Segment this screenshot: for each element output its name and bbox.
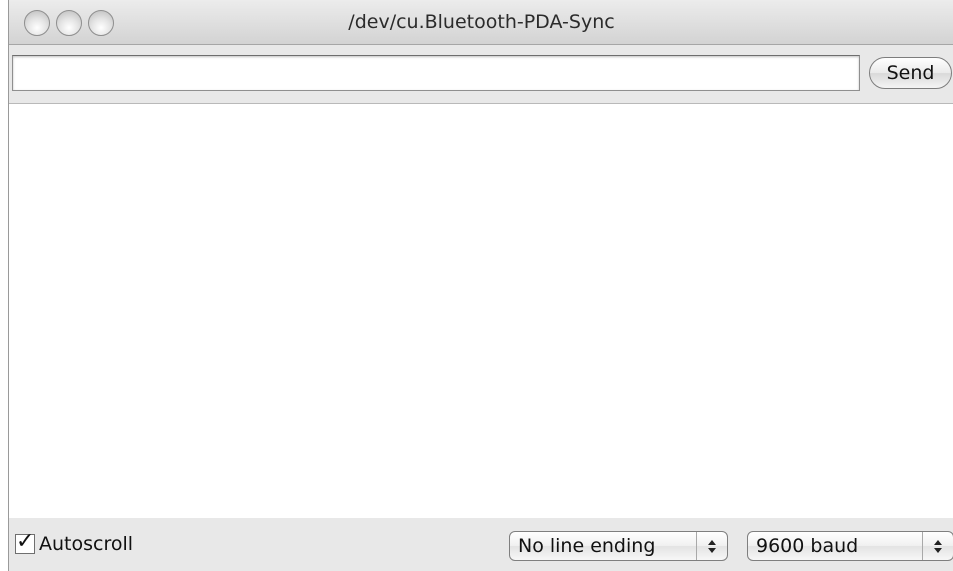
baud-rate-value: 9600 baud: [756, 535, 859, 557]
window-title: /dev/cu.Bluetooth-PDA-Sync: [348, 11, 615, 33]
checkmark-icon: ✓: [16, 529, 35, 554]
line-ending-select[interactable]: No line ending: [509, 531, 728, 561]
zoom-button-icon[interactable]: [88, 10, 114, 36]
input-row: Send: [9, 45, 953, 104]
checkbox-box[interactable]: ✓: [15, 529, 35, 554]
close-button-icon[interactable]: [24, 10, 50, 36]
minimize-button-icon[interactable]: [56, 10, 82, 36]
send-button[interactable]: Send: [869, 57, 952, 89]
serial-monitor-window: /dev/cu.Bluetooth-PDA-Sync Send ✓ Autosc…: [8, 0, 953, 571]
autoscroll-checkbox[interactable]: ✓ Autoscroll: [15, 529, 134, 557]
bottom-bar: ✓ Autoscroll No line ending 9600 baud: [9, 518, 953, 571]
up-down-arrows-icon: [922, 532, 953, 560]
autoscroll-label: Autoscroll: [39, 533, 134, 555]
line-ending-value: No line ending: [518, 535, 656, 557]
up-down-arrows-icon: [696, 532, 727, 560]
serial-input-field[interactable]: [12, 55, 860, 91]
baud-rate-select[interactable]: 9600 baud: [747, 531, 953, 561]
title-bar[interactable]: /dev/cu.Bluetooth-PDA-Sync: [9, 0, 953, 45]
serial-output-area[interactable]: [9, 104, 953, 518]
